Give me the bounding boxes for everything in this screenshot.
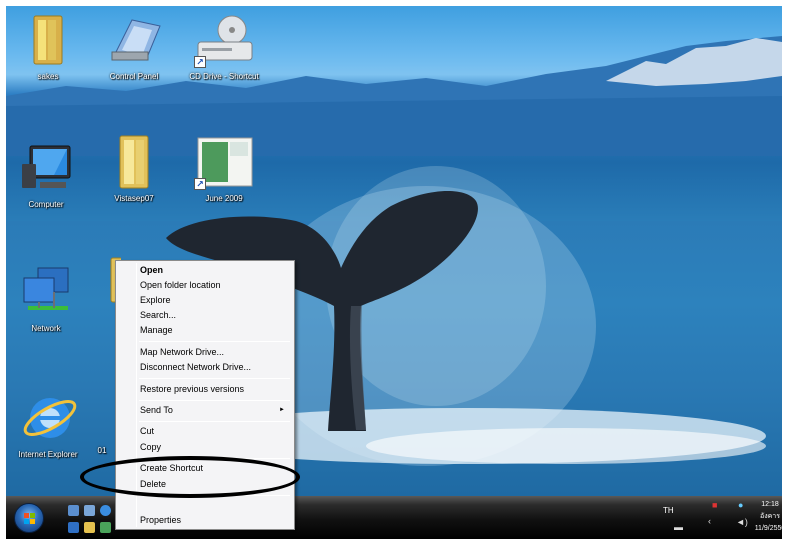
- desktop-icon-label: Vistasep07: [114, 194, 154, 203]
- desktop-icon-sakes[interactable]: sakes: [8, 12, 88, 81]
- clock-date: 11/9/2550: [754, 525, 786, 532]
- taskbar-clock[interactable]: 12:18 อังคาร 11/9/2550: [752, 499, 788, 535]
- language-indicator[interactable]: TH: [663, 506, 674, 515]
- desktop-icon-label: Control Panel: [109, 72, 159, 81]
- desktop-icon-label: CD Drive - Shortcut: [189, 72, 259, 81]
- menu-item-label: Properties: [140, 515, 182, 525]
- switch-windows-icon[interactable]: [84, 505, 95, 516]
- menu-item-label: Manage: [140, 325, 173, 335]
- menu-item-explore[interactable]: Explore: [119, 293, 291, 308]
- show-desktop-icon[interactable]: [68, 505, 79, 516]
- menu-item-copy[interactable]: Copy: [119, 440, 291, 455]
- menu-separator: [139, 400, 290, 401]
- internet-explorer-icon[interactable]: [100, 505, 111, 516]
- desktop-icon-01[interactable]: 01: [92, 446, 112, 455]
- menu-item-restore-previous-versions[interactable]: Restore previous versions: [119, 382, 291, 397]
- computer-icon: [22, 145, 71, 188]
- desktop-icon-label: sakes: [37, 72, 59, 81]
- menu-item-properties[interactable]: Properties: [119, 513, 291, 528]
- menu-item-label: Open folder location: [140, 280, 221, 290]
- menu-item-map-network-drive[interactable]: Map Network Drive...: [119, 345, 291, 360]
- menu-item-open-folder-location[interactable]: Open folder location: [119, 278, 291, 293]
- menu-item-label: Explore: [140, 295, 171, 305]
- menu-separator: [139, 341, 290, 342]
- menu-item-open[interactable]: Open: [119, 263, 291, 278]
- windows-logo-icon: [24, 513, 35, 524]
- connection-icon[interactable]: ●: [738, 500, 743, 510]
- desktop-icon-label: June 2009: [205, 194, 243, 203]
- desktop-icon-label: 01: [97, 446, 107, 455]
- desktop-icon-june-2009[interactable]: ↗ June 2009: [184, 134, 264, 203]
- shortcut-arrow-icon: ↗: [194, 56, 206, 68]
- shortcut-arrow-icon: ↗: [194, 178, 206, 190]
- menu-item-label: Copy: [140, 442, 162, 452]
- menu-item-label: Open: [140, 265, 164, 275]
- clock-day: อังคาร: [760, 513, 780, 520]
- menu-item-label: Map Network Drive...: [140, 347, 225, 357]
- desktop-icon-label: Network: [31, 324, 61, 333]
- keyboard-icon[interactable]: ▬: [674, 522, 683, 532]
- start-button[interactable]: [14, 503, 44, 533]
- menu-separator: [139, 421, 290, 422]
- menu-item-search[interactable]: Search...: [119, 308, 291, 323]
- menu-item-manage[interactable]: Manage: [119, 323, 291, 338]
- menu-item-label: Restore previous versions: [140, 384, 245, 394]
- messenger-icon[interactable]: [100, 522, 111, 533]
- desktop-icon-computer[interactable]: Computer: [6, 140, 86, 209]
- menu-separator: [139, 378, 290, 379]
- annotation-ellipse: [80, 456, 300, 498]
- folder-icon[interactable]: [84, 522, 95, 533]
- network-icon: [23, 267, 69, 310]
- menu-item-label: Cut: [140, 426, 155, 436]
- desktop-icon-label: Computer: [28, 200, 64, 209]
- volume-icon[interactable]: ◄): [736, 517, 748, 527]
- desktop-icon-network[interactable]: Network: [6, 264, 86, 333]
- desktop-icon-vistasep07[interactable]: Vistasep07: [94, 134, 174, 203]
- network-status-icon[interactable]: ■: [712, 500, 717, 510]
- clock-time: 12:18: [761, 501, 779, 508]
- folder-icon: [33, 15, 63, 65]
- show-hidden-icons-icon[interactable]: ‹: [708, 516, 711, 526]
- menu-item-send-to[interactable]: Send To ►: [119, 403, 291, 418]
- control-panel-icon: [111, 19, 161, 61]
- desktop-icon-internet-explorer[interactable]: Internet Explorer: [8, 390, 88, 459]
- menu-item-cut[interactable]: Cut: [119, 424, 291, 439]
- menu-item-label: Disconnect Network Drive...: [140, 362, 252, 372]
- menu-item-label: Search...: [140, 310, 177, 320]
- menu-item-disconnect-network-drive[interactable]: Disconnect Network Drive...: [119, 360, 291, 375]
- media-player-icon[interactable]: [68, 522, 79, 533]
- internet-explorer-icon: [23, 398, 77, 438]
- desktop-icon-label: Internet Explorer: [18, 450, 78, 459]
- desktop-icon-cd-drive-shortcut[interactable]: ↗ CD Drive - Shortcut: [184, 12, 264, 81]
- menu-item-label: Send To: [140, 405, 173, 415]
- desktop-icon-control-panel[interactable]: Control Panel: [94, 12, 174, 81]
- folder-icon: [119, 135, 149, 189]
- submenu-arrow-icon: ►: [279, 407, 285, 413]
